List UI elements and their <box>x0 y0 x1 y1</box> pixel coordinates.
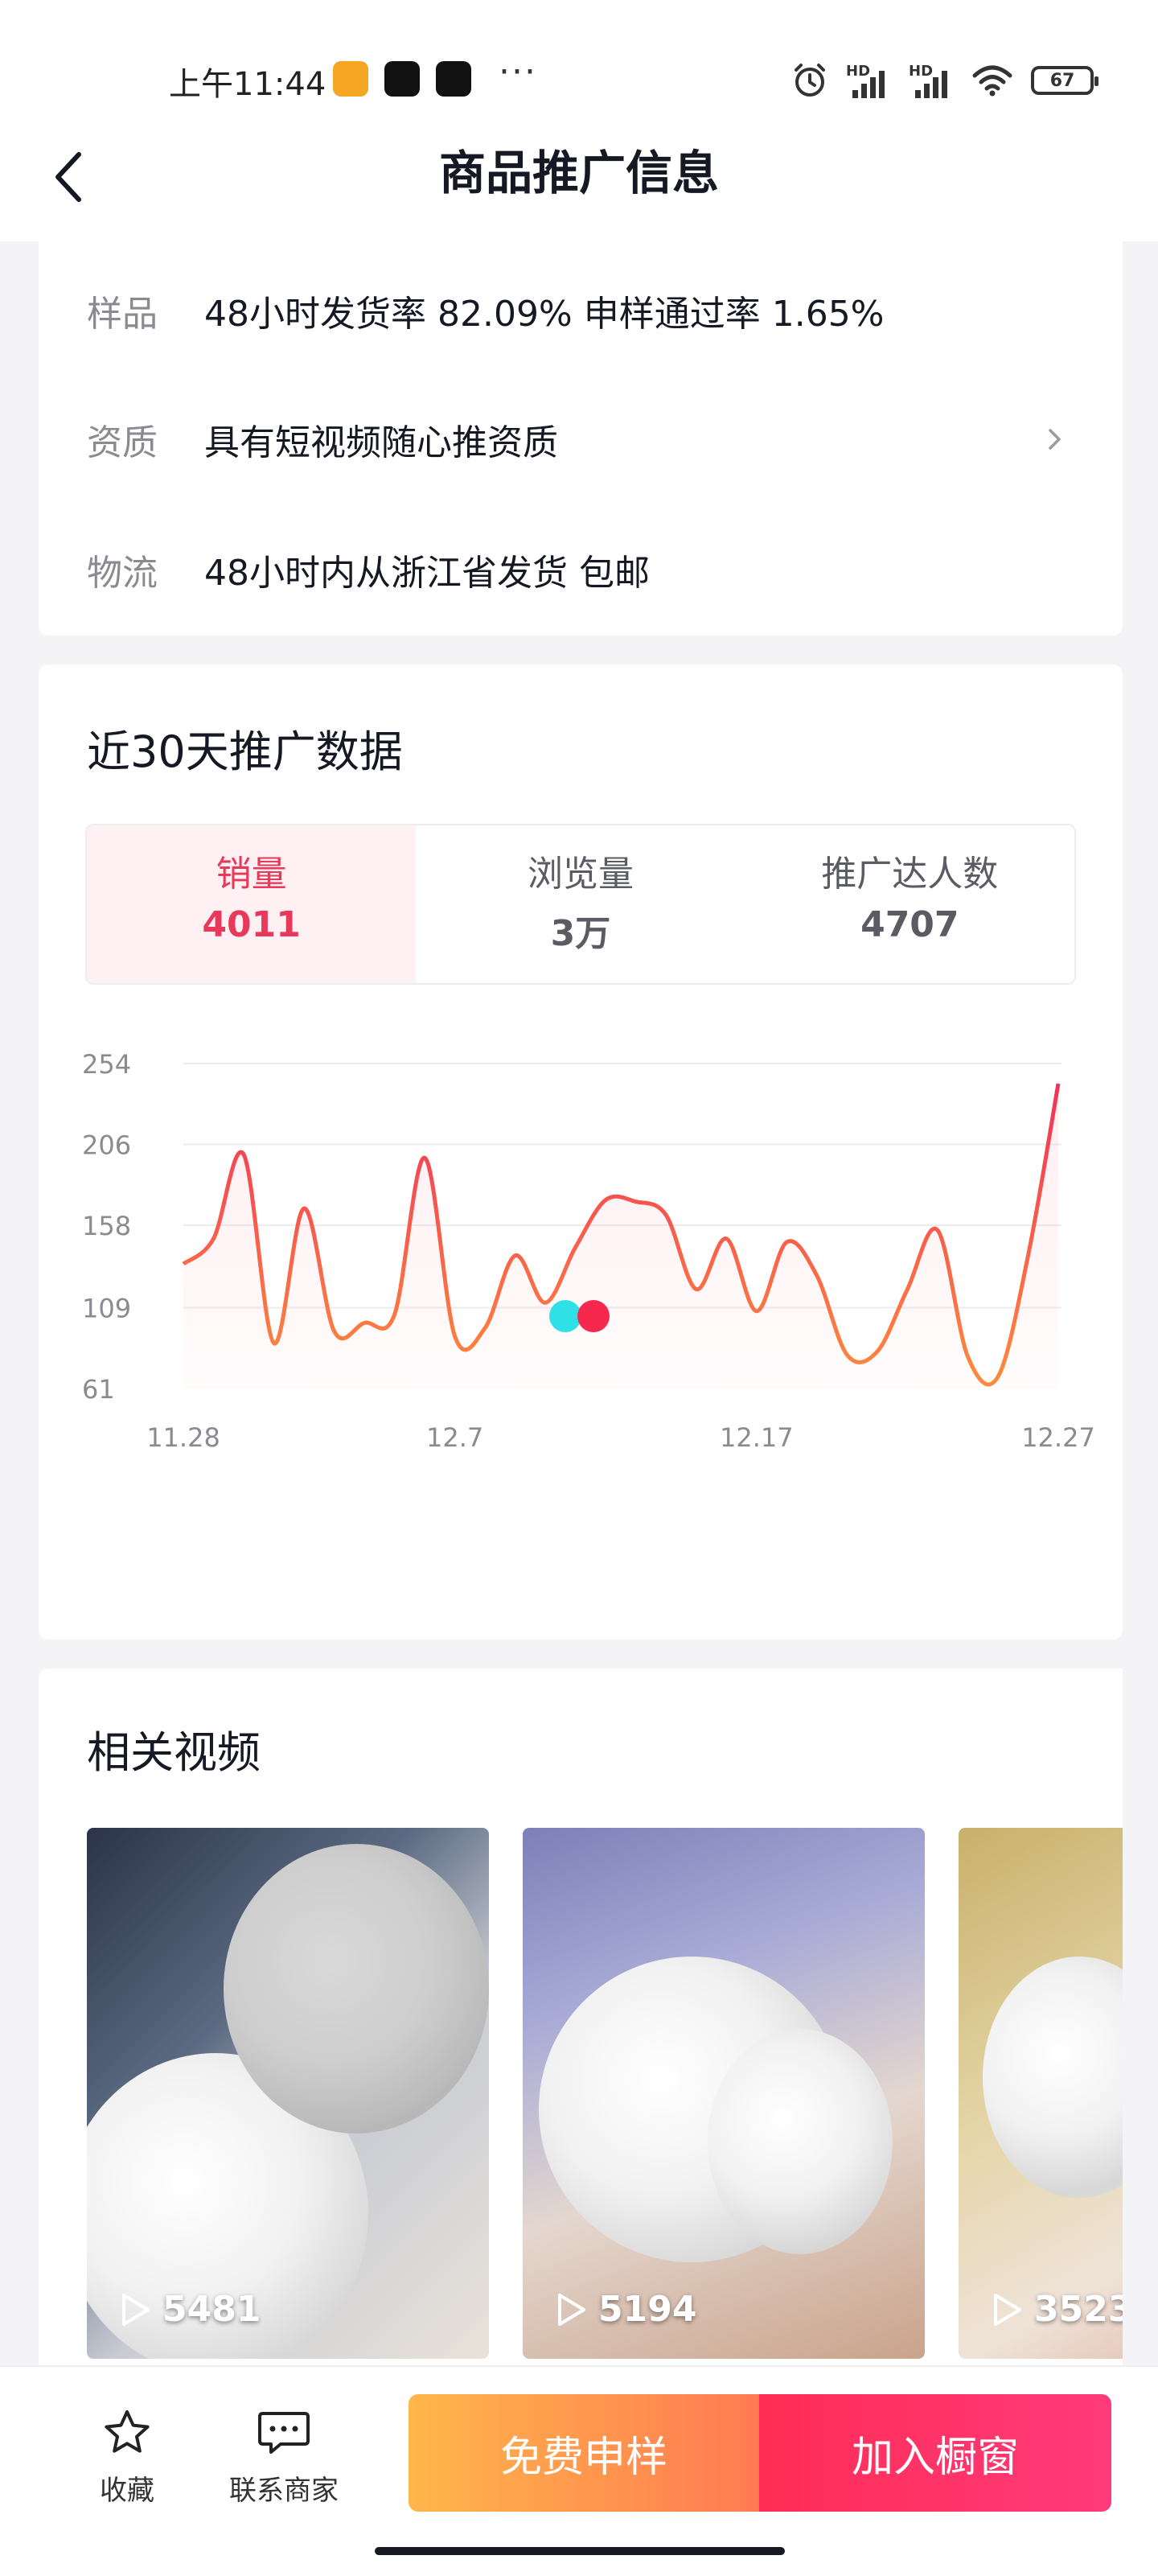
info-value: 48小时发货率 82.09% 申样通过率 1.65% <box>204 294 885 335</box>
x-tick-label: 12.7 <box>426 1422 483 1453</box>
product-towel-image <box>224 1844 489 2134</box>
signal-1-icon: HD <box>846 63 891 98</box>
info-row-qualification[interactable]: 资质 具有短视频随心推资质 <box>87 407 1074 471</box>
tab-sales[interactable]: 销量 4011 <box>87 825 417 983</box>
battery-indicator: 67 <box>1031 66 1098 95</box>
highlight-marker <box>577 1300 610 1332</box>
star-icon <box>105 2410 150 2453</box>
app-icon-douyin <box>384 61 420 97</box>
product-towel-image <box>983 1957 1123 2198</box>
tab-label: 浏览量 <box>527 854 634 895</box>
section-title-videos: 相关视频 <box>87 1727 261 1778</box>
free-sample-button[interactable]: 免费申样 <box>409 2394 759 2512</box>
play-count: 5194 <box>555 2289 696 2330</box>
favorite-button[interactable]: 收藏 <box>95 2407 159 2508</box>
tab-value: 4707 <box>860 904 959 945</box>
tab-value: 3万 <box>550 913 611 954</box>
alarm-icon <box>795 64 825 97</box>
play-count-value: 5481 <box>162 2289 261 2330</box>
info-row-sample: 样品 48小时发货率 82.09% 申样通过率 1.65% <box>87 278 1074 343</box>
info-label: 样品 <box>87 294 158 335</box>
page-title: 商品推广信息 <box>438 146 719 200</box>
play-count: 3523 <box>991 2289 1123 2330</box>
play-count-value: 3523 <box>1034 2289 1123 2330</box>
y-tick-label: 206 <box>82 1130 131 1160</box>
chevron-right-icon <box>1049 429 1061 450</box>
play-icon <box>994 2293 1021 2326</box>
status-indicators: HD HD 67 <box>791 56 1098 105</box>
y-tick-label: 61 <box>82 1374 115 1405</box>
info-value: 具有短视频随心推资质 <box>204 422 558 463</box>
info-label: 资质 <box>87 422 158 463</box>
y-tick-label: 158 <box>82 1211 131 1241</box>
status-time: 上午11:44 <box>169 66 326 103</box>
add-to-window-button[interactable]: 加入橱窗 <box>759 2394 1111 2512</box>
info-label: 物流 <box>87 553 158 594</box>
contact-label: 联系商家 <box>229 2475 339 2507</box>
tab-promoters[interactable]: 推广达人数 4707 <box>745 825 1074 983</box>
play-count-value: 5194 <box>598 2289 697 2330</box>
x-tick-label: 11.28 <box>146 1422 220 1453</box>
video-thumbnail[interactable]: 3523 <box>959 1828 1123 2359</box>
play-icon <box>122 2293 150 2326</box>
video-thumbnail[interactable]: 5481 <box>87 1828 489 2359</box>
bottom-action-bar: 收藏 联系商家 免费申样 加入橱窗 <box>0 2365 1158 2576</box>
tab-label: 推广达人数 <box>821 854 999 895</box>
app-icon-cow <box>333 61 368 97</box>
wifi-icon <box>972 65 1012 97</box>
favorite-label: 收藏 <box>100 2475 154 2507</box>
highlight-marker <box>549 1300 581 1332</box>
home-indicator[interactable] <box>375 2547 785 2555</box>
y-tick-label: 254 <box>82 1049 131 1080</box>
promotion-data-card: 近30天推广数据 销量 4011 浏览量 3万 推广达人数 4707 254 20… <box>39 665 1123 1640</box>
video-list: 5481 5194 3523 <box>87 1828 1123 2359</box>
tab-views[interactable]: 浏览量 3万 <box>416 825 745 983</box>
tab-label: 销量 <box>216 854 287 895</box>
metric-tabs: 销量 4011 浏览量 3万 推广达人数 4707 <box>85 824 1076 985</box>
product-info-card: 样品 48小时发货率 82.09% 申样通过率 1.65% 资质 具有短视频随心… <box>39 241 1123 636</box>
play-count: 5481 <box>119 2289 261 2330</box>
nav-bar: 商品推广信息 <box>0 121 1158 241</box>
tab-value: 4011 <box>202 904 301 945</box>
chat-icon <box>258 2412 310 2454</box>
app-icon-capcut <box>436 61 471 97</box>
sales-line-chart[interactable]: 254 206 158 109 61 11.28 12.7 12.17 12.27 <box>39 1018 1123 1469</box>
contact-merchant-button[interactable]: 联系商家 <box>224 2407 344 2508</box>
section-title-promotion: 近30天推广数据 <box>87 726 403 777</box>
product-towel-image <box>708 2029 893 2254</box>
info-row-logistics: 物流 48小时内从浙江省发货 包邮 <box>87 537 1074 602</box>
signal-2-icon: HD <box>909 63 954 98</box>
info-value: 48小时内从浙江省发货 包邮 <box>204 553 650 594</box>
video-thumbnail[interactable]: 5194 <box>523 1828 925 2359</box>
y-tick-label: 109 <box>82 1294 131 1324</box>
related-videos-card: 相关视频 5481 5194 3523 <box>39 1669 1123 2393</box>
x-tick-label: 12.17 <box>720 1422 794 1453</box>
more-notifications-icon: ··· <box>499 51 537 93</box>
play-icon <box>558 2293 585 2326</box>
x-tick-label: 12.27 <box>1021 1422 1095 1453</box>
